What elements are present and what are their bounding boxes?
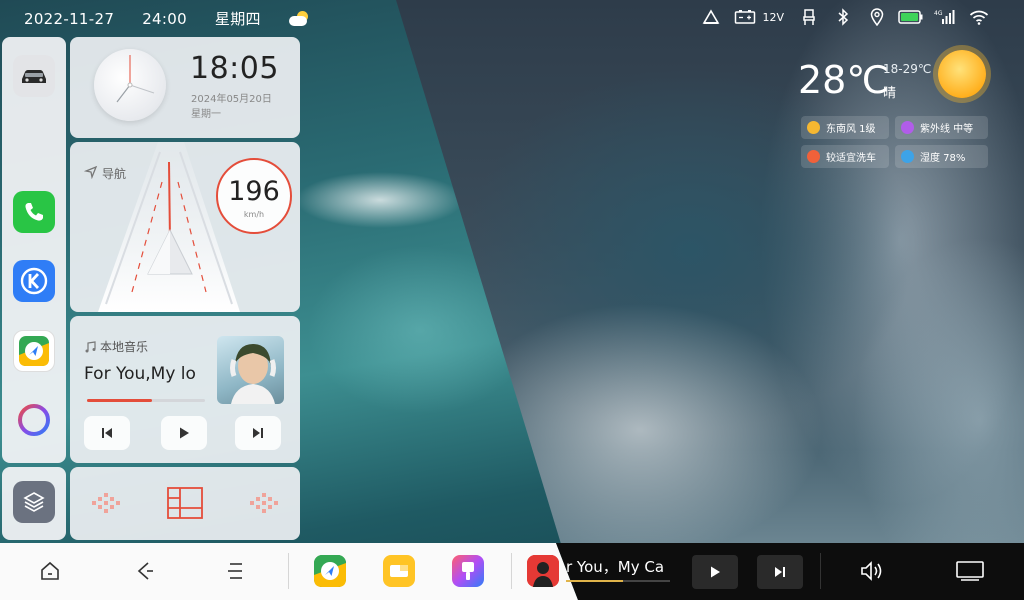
weather-range: 18-29℃ xyxy=(883,62,932,76)
music-widget[interactable]: 本地音乐 For You,My lo xyxy=(70,316,300,463)
maps-icon[interactable] xyxy=(13,330,55,372)
k-app-icon[interactable] xyxy=(13,260,55,302)
partly-cloudy-icon xyxy=(288,10,311,27)
sunny-icon xyxy=(938,50,986,98)
weather-chip-carwash: 较适宜洗车 xyxy=(801,145,889,168)
status-weekday: 星期四 xyxy=(214,10,261,28)
play-icon xyxy=(711,566,720,578)
seat-icon xyxy=(792,6,826,28)
status-date: 2022-11-27 xyxy=(24,9,115,28)
back-button[interactable] xyxy=(126,553,162,589)
analog-clock xyxy=(94,49,166,121)
weather-chip-label: 湿度 78% xyxy=(920,153,966,164)
home-icon xyxy=(41,561,59,580)
music-app-button[interactable] xyxy=(527,555,559,587)
maps-app-button[interactable] xyxy=(314,555,346,587)
bluetooth-icon xyxy=(826,6,860,28)
status-time: 24:00 xyxy=(142,9,187,28)
svg-text:4G: 4G xyxy=(934,10,943,17)
music-progress-fill xyxy=(87,399,152,402)
music-note-icon xyxy=(85,340,96,352)
weather-temperature: 28℃ xyxy=(798,58,890,102)
maps-icon xyxy=(314,555,346,587)
humidity-icon xyxy=(901,150,914,163)
phone-icon[interactable] xyxy=(13,191,55,233)
voice-assistant-icon[interactable] xyxy=(13,399,55,441)
weather-chip-wind: 东南风 1级 xyxy=(801,116,889,139)
singer-avatar-icon xyxy=(527,555,559,587)
next-track-button[interactable] xyxy=(235,416,281,450)
car-icon[interactable] xyxy=(13,55,55,97)
music-progress[interactable] xyxy=(87,399,205,402)
4g-signal-icon: 4G xyxy=(928,6,962,28)
volume-icon xyxy=(861,561,882,581)
paint-app-button[interactable] xyxy=(452,555,484,587)
weather-chip-label: 东南风 1级 xyxy=(826,124,876,135)
music-source: 本地音乐 xyxy=(84,338,148,355)
navigation-arrow-icon xyxy=(83,164,98,183)
music-source-label: 本地音乐 xyxy=(100,340,149,354)
navigation-widget[interactable]: 导航 196 km/h xyxy=(70,142,300,312)
speed-value: 196 xyxy=(228,176,280,207)
home-button[interactable] xyxy=(32,553,68,589)
clock-weekday: 星期一 xyxy=(191,109,221,120)
notes-app-button[interactable] xyxy=(383,555,415,587)
weather-chip-uv: 紫外线 中等 xyxy=(895,116,988,139)
paint-icon xyxy=(462,562,474,580)
volume-button[interactable] xyxy=(854,553,890,589)
bottom-bar-light xyxy=(0,543,578,600)
weather-chip-humidity: 湿度 78% xyxy=(895,145,988,168)
screen-button[interactable] xyxy=(952,553,988,589)
song-title: For You,My lo xyxy=(84,364,196,384)
next-icon xyxy=(253,428,263,438)
weather-condition: 晴 xyxy=(883,86,897,101)
status-bar-left: 2022-11-27 24:00 星期四 xyxy=(24,8,311,29)
uv-icon xyxy=(901,121,914,134)
location-pin-icon xyxy=(860,6,894,28)
clock-date: 2024年05月20日 xyxy=(191,94,272,105)
clock-time: 18:05 xyxy=(190,51,279,86)
album-art xyxy=(217,336,284,404)
next-icon xyxy=(775,567,785,577)
voltage-label: 12V xyxy=(762,10,784,24)
warning-triangle-icon xyxy=(694,6,728,28)
nav-title: 导航 xyxy=(102,167,127,181)
battery-outline-icon xyxy=(728,6,762,28)
previous-track-button[interactable] xyxy=(84,416,130,450)
speedometer: 196 km/h xyxy=(216,158,292,234)
mini-player-progress-fill xyxy=(566,580,624,582)
layers-icon[interactable] xyxy=(13,481,55,523)
mini-next-button[interactable] xyxy=(757,555,803,589)
back-icon xyxy=(137,562,153,580)
bottom-divider xyxy=(820,553,821,589)
mini-player-song: r You，My Ca xyxy=(566,558,665,576)
car-wash-icon xyxy=(807,150,820,163)
menu-icon xyxy=(228,563,242,579)
bottom-divider xyxy=(511,553,512,589)
control-widget[interactable] xyxy=(70,467,300,540)
wifi-icon xyxy=(962,6,996,28)
speed-unit: km/h xyxy=(243,210,265,219)
previous-icon xyxy=(102,428,112,438)
play-icon xyxy=(180,427,189,439)
bottom-divider xyxy=(288,553,289,589)
app-dock xyxy=(2,37,66,463)
play-button[interactable] xyxy=(161,416,207,450)
mini-player-progress[interactable] xyxy=(566,580,670,582)
mini-play-button[interactable] xyxy=(692,555,738,589)
weather-chip-label: 紫外线 中等 xyxy=(920,124,974,135)
menu-button[interactable] xyxy=(218,553,254,589)
battery-charging-icon xyxy=(894,6,928,28)
wind-icon xyxy=(807,121,820,134)
display-icon xyxy=(956,561,984,581)
status-bar-right: 12V 4G xyxy=(694,6,996,28)
control-widget-graphic xyxy=(92,487,278,519)
notes-icon xyxy=(390,565,408,577)
weather-chip-label: 较适宜洗车 xyxy=(826,153,876,164)
clock-widget[interactable]: 18:05 2024年05月20日 星期一 xyxy=(70,37,300,138)
dock-bottom xyxy=(2,467,66,540)
